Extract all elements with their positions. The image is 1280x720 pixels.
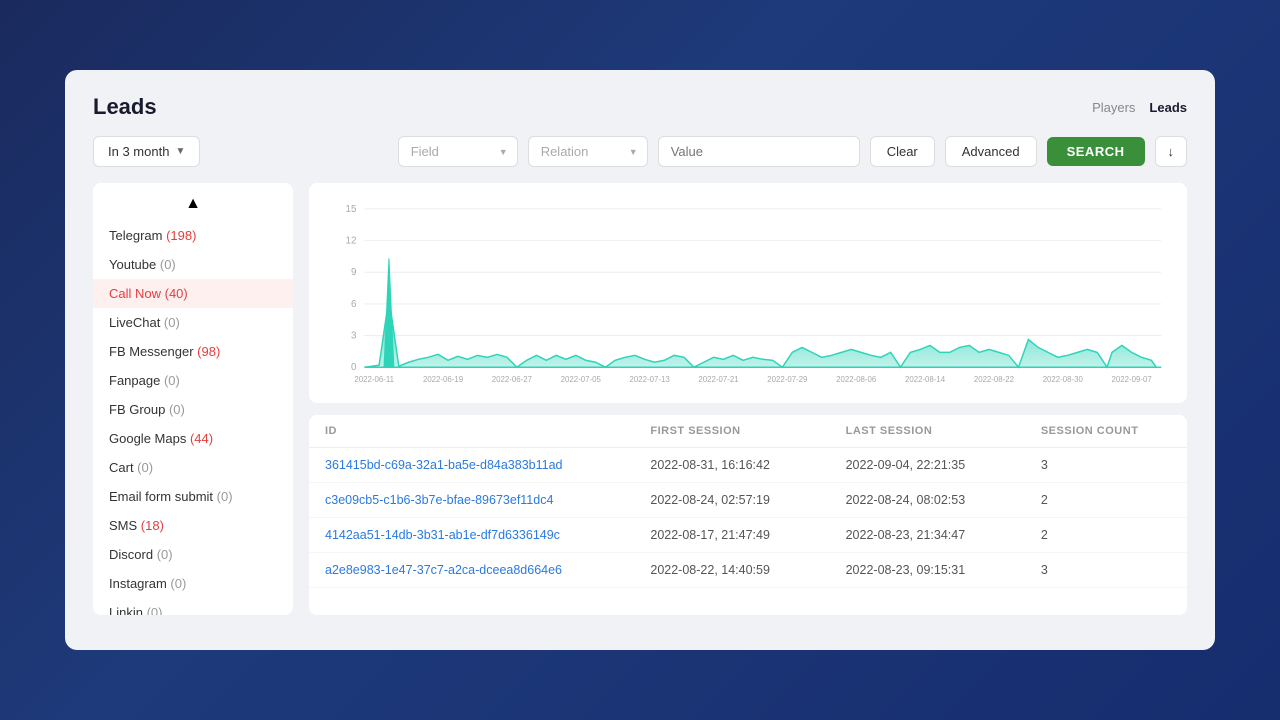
- svg-text:6: 6: [351, 299, 357, 310]
- table-body: 361415bd-c69a-32a1-ba5e-d84a383b11ad 202…: [309, 448, 1187, 588]
- sidebar-item-fbgroup[interactable]: FB Group (0): [93, 395, 293, 424]
- sidebar-item-youtube[interactable]: Youtube (0): [93, 250, 293, 279]
- svg-text:2022-08-22: 2022-08-22: [974, 375, 1014, 384]
- svg-text:15: 15: [346, 204, 357, 215]
- cell-first-session: 2022-08-24, 02:57:19: [650, 493, 845, 507]
- svg-text:2022-08-14: 2022-08-14: [905, 375, 946, 384]
- filter-row: In 3 month ▼ Field Relation Clear Advanc…: [93, 136, 1187, 167]
- cell-first-session: 2022-08-17, 21:47:49: [650, 528, 845, 542]
- main-card: Leads Players Leads In 3 month ▼ Field R…: [65, 70, 1215, 650]
- cell-id: 361415bd-c69a-32a1-ba5e-d84a383b11ad: [325, 458, 650, 472]
- nav-leads[interactable]: Leads: [1149, 100, 1187, 115]
- cell-session-count: 3: [1041, 458, 1171, 472]
- svg-text:3: 3: [351, 330, 357, 341]
- col-header-id: ID: [325, 425, 650, 437]
- time-filter-button[interactable]: In 3 month ▼: [93, 136, 200, 167]
- right-panel: 0 3 6 9 12 15: [309, 183, 1187, 615]
- svg-text:0: 0: [351, 362, 357, 373]
- svg-text:2022-07-29: 2022-07-29: [767, 375, 807, 384]
- cell-last-session: 2022-08-23, 21:34:47: [846, 528, 1041, 542]
- sidebar-item-linkin[interactable]: Linkin (0): [93, 598, 293, 615]
- sidebar-collapse-button[interactable]: ▲: [93, 191, 293, 221]
- svg-text:2022-06-11: 2022-06-11: [354, 375, 394, 384]
- header-row: Leads Players Leads: [93, 94, 1187, 120]
- nav-links: Players Leads: [1092, 100, 1187, 115]
- svg-text:2022-07-21: 2022-07-21: [698, 375, 738, 384]
- field-select[interactable]: Field: [398, 136, 518, 167]
- svg-text:2022-07-05: 2022-07-05: [561, 375, 602, 384]
- cell-first-session: 2022-08-31, 16:16:42: [650, 458, 845, 472]
- table-row[interactable]: a2e8e983-1e47-37c7-a2ca-dceea8d664e6 202…: [309, 553, 1187, 588]
- search-button[interactable]: SEARCH: [1047, 137, 1145, 166]
- table-row[interactable]: 4142aa51-14db-3b31-ab1e-df7d6336149c 202…: [309, 518, 1187, 553]
- col-header-last-session: LAST SESSION: [846, 425, 1041, 437]
- col-header-session-count: SESSION COUNT: [1041, 425, 1171, 437]
- sidebar: ▲ Telegram (198) Youtube (0) Call Now (4…: [93, 183, 293, 615]
- content-area: ▲ Telegram (198) Youtube (0) Call Now (4…: [93, 183, 1187, 615]
- sidebar-item-telegram[interactable]: Telegram (198): [93, 221, 293, 250]
- svg-text:2022-09-07: 2022-09-07: [1112, 375, 1152, 384]
- chevron-down-icon: ▼: [175, 146, 185, 157]
- sidebar-item-googlemaps[interactable]: Google Maps (44): [93, 424, 293, 453]
- relation-select-wrapper: Relation: [528, 136, 648, 167]
- chart-svg: 0 3 6 9 12 15: [325, 199, 1171, 387]
- cell-last-session: 2022-08-24, 08:02:53: [846, 493, 1041, 507]
- svg-text:2022-06-27: 2022-06-27: [492, 375, 532, 384]
- data-table: ID FIRST SESSION LAST SESSION SESSION CO…: [309, 415, 1187, 615]
- value-input[interactable]: [658, 136, 860, 167]
- advanced-button[interactable]: Advanced: [945, 136, 1037, 167]
- time-filter-label: In 3 month: [108, 144, 169, 159]
- nav-players[interactable]: Players: [1092, 100, 1135, 115]
- cell-last-session: 2022-08-23, 09:15:31: [846, 563, 1041, 577]
- table-row[interactable]: c3e09cb5-c1b6-3b7e-bfae-89673ef11dc4 202…: [309, 483, 1187, 518]
- col-header-first-session: FIRST SESSION: [650, 425, 845, 437]
- sidebar-item-fanpage[interactable]: Fanpage (0): [93, 366, 293, 395]
- sidebar-item-discord[interactable]: Discord (0): [93, 540, 293, 569]
- sidebar-item-livechat[interactable]: LiveChat (0): [93, 308, 293, 337]
- table-header: ID FIRST SESSION LAST SESSION SESSION CO…: [309, 415, 1187, 448]
- page-title: Leads: [93, 94, 157, 120]
- sidebar-item-instagram[interactable]: Instagram (0): [93, 569, 293, 598]
- cell-id: 4142aa51-14db-3b31-ab1e-df7d6336149c: [325, 528, 650, 542]
- sidebar-item-fbmessenger[interactable]: FB Messenger (98): [93, 337, 293, 366]
- collapse-icon: ▲: [185, 195, 201, 213]
- cell-session-count: 2: [1041, 493, 1171, 507]
- cell-id: a2e8e983-1e47-37c7-a2ca-dceea8d664e6: [325, 563, 650, 577]
- svg-text:2022-08-30: 2022-08-30: [1043, 375, 1084, 384]
- svg-text:12: 12: [346, 236, 357, 247]
- cell-last-session: 2022-09-04, 22:21:35: [846, 458, 1041, 472]
- cell-id: c3e09cb5-c1b6-3b7e-bfae-89673ef11dc4: [325, 493, 650, 507]
- sidebar-item-sms[interactable]: SMS (18): [93, 511, 293, 540]
- sidebar-item-cart[interactable]: Cart (0): [93, 453, 293, 482]
- cell-session-count: 2: [1041, 528, 1171, 542]
- sidebar-item-callnow[interactable]: Call Now (40): [93, 279, 293, 308]
- relation-select[interactable]: Relation: [528, 136, 648, 167]
- svg-text:2022-07-13: 2022-07-13: [630, 375, 671, 384]
- chart-area: 0 3 6 9 12 15: [309, 183, 1187, 403]
- field-select-wrapper: Field: [398, 136, 518, 167]
- svg-text:2022-08-06: 2022-08-06: [836, 375, 877, 384]
- svg-text:9: 9: [351, 267, 357, 278]
- download-button[interactable]: ↓: [1155, 136, 1188, 167]
- clear-button[interactable]: Clear: [870, 136, 935, 167]
- svg-text:2022-06-19: 2022-06-19: [423, 375, 463, 384]
- cell-session-count: 3: [1041, 563, 1171, 577]
- table-row[interactable]: 361415bd-c69a-32a1-ba5e-d84a383b11ad 202…: [309, 448, 1187, 483]
- cell-first-session: 2022-08-22, 14:40:59: [650, 563, 845, 577]
- sidebar-item-emailform[interactable]: Email form submit (0): [93, 482, 293, 511]
